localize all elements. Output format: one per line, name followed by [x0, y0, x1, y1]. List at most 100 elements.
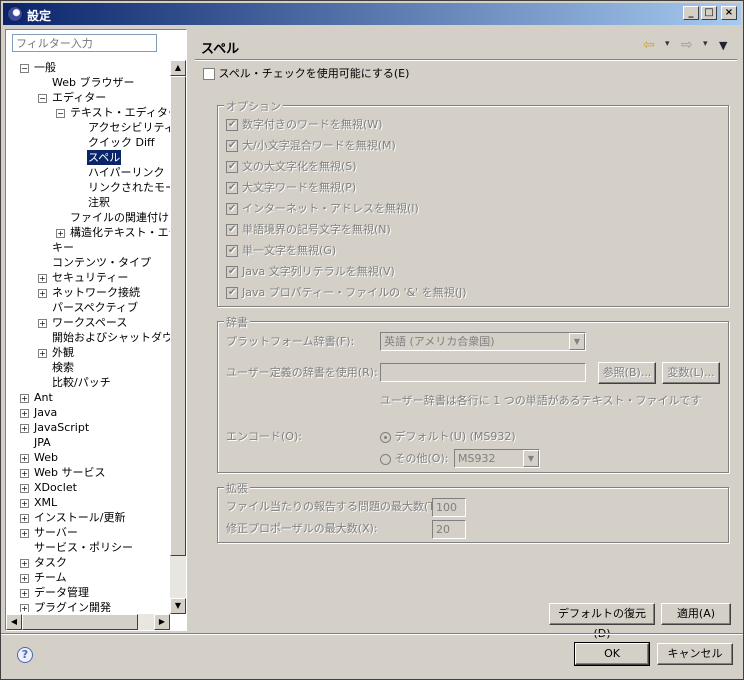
forward-arrow-icon[interactable]: ⇨	[681, 37, 693, 53]
expand-plus-icon[interactable]: +	[20, 393, 29, 403]
tree-item[interactable]: ファイルの関連付け	[56, 210, 170, 225]
tree-item[interactable]: サービス・ポリシー	[20, 540, 134, 555]
option-row[interactable]: 単語境界の記号文字を無視(N)	[226, 223, 391, 237]
tree-item[interactable]: + Web サービス	[20, 465, 106, 480]
tree-item[interactable]: + Java	[20, 405, 58, 420]
filter-input[interactable]	[12, 34, 157, 52]
chevron-down-icon[interactable]: ▼	[523, 450, 539, 467]
tree-item[interactable]: + サーバー	[20, 525, 79, 540]
tree-item[interactable]: + データ管理	[20, 585, 90, 600]
expand-plus-icon[interactable]: +	[20, 453, 29, 463]
collapse-minus-icon[interactable]: −	[38, 93, 47, 103]
tree-item[interactable]: 比較/パッチ	[38, 375, 112, 390]
option-row[interactable]: 文の大文字化を無視(S)	[226, 160, 357, 174]
encoding-default-radio[interactable]	[380, 431, 391, 443]
user-dictionary-input[interactable]	[380, 363, 586, 382]
tree-item[interactable]: + チーム	[20, 570, 68, 585]
restore-defaults-button[interactable]: デフォルトの復元(D)	[549, 603, 655, 640]
option-row[interactable]: Java 文字列リテラルを無視(V)	[226, 265, 395, 279]
tree-item[interactable]: Web ブラウザー	[38, 75, 135, 90]
max-proposals-input[interactable]: 20	[432, 520, 466, 539]
expand-plus-icon[interactable]: +	[20, 588, 29, 598]
expand-plus-icon[interactable]: +	[38, 318, 47, 328]
enable-spell-check-row[interactable]: スペル・チェックを使用可能にする(E)	[203, 67, 409, 81]
tree-item[interactable]: リンクされたモード	[74, 180, 170, 195]
expand-plus-icon[interactable]: +	[20, 513, 29, 523]
tree-item[interactable]: 検索	[38, 360, 75, 375]
tree-item[interactable]: + プラグイン開発	[20, 600, 112, 612]
browse-button[interactable]: 参照(B)...	[598, 362, 656, 384]
close-button[interactable]: ×	[721, 6, 737, 20]
scroll-right-icon[interactable]: ▶	[154, 614, 170, 630]
tree-item[interactable]: − 一般	[20, 60, 57, 75]
tree-item[interactable]: 開始およびシャットダウン	[38, 330, 170, 345]
minimize-button[interactable]: _	[683, 6, 699, 20]
option-row[interactable]: 単一文字を無視(G)	[226, 244, 336, 258]
vertical-scroll-thumb[interactable]	[170, 76, 186, 556]
option-checkbox[interactable]	[226, 118, 238, 132]
tree-item[interactable]: + セキュリティー	[38, 270, 129, 285]
encoding-other-combo[interactable]: MS932 ▼	[454, 449, 540, 468]
expand-plus-icon[interactable]: +	[20, 603, 29, 612]
collapse-minus-icon[interactable]: −	[20, 63, 29, 73]
tree-item[interactable]: − テキスト・エディター	[56, 105, 170, 120]
ok-button[interactable]: OK	[574, 642, 650, 666]
max-problems-input[interactable]: 100	[432, 498, 466, 517]
tree-item[interactable]: − エディター	[38, 90, 107, 105]
tree-item[interactable]: 注釈	[74, 195, 111, 210]
platform-dictionary-combo[interactable]: 英語 (アメリカ合衆国) ▼	[380, 332, 586, 351]
encoding-other-row[interactable]: その他(O):	[380, 452, 448, 466]
option-row[interactable]: 数字付きのワードを無視(W)	[226, 118, 382, 132]
tree-item[interactable]: クイック Diff	[74, 135, 156, 150]
tree-item[interactable]: + XML	[20, 495, 58, 510]
cancel-button[interactable]: キャンセル	[657, 643, 733, 665]
encoding-default-row[interactable]: デフォルト(U) (MS932)	[380, 430, 516, 444]
expand-plus-icon[interactable]: +	[38, 288, 47, 298]
tree-item[interactable]: + インストール/更新	[20, 510, 127, 525]
expand-plus-icon[interactable]: +	[20, 468, 29, 478]
expand-plus-icon[interactable]: +	[56, 228, 65, 238]
horizontal-scroll-thumb[interactable]	[22, 614, 138, 630]
tree-item[interactable]: キー	[38, 240, 75, 255]
option-row[interactable]: インターネット・アドレスを無視(I)	[226, 202, 419, 216]
scroll-left-icon[interactable]: ◀	[6, 614, 22, 630]
tree-item[interactable]: + Web	[20, 450, 59, 465]
tree-item[interactable]: アクセシビリティ	[74, 120, 170, 135]
scroll-down-icon[interactable]: ▼	[170, 598, 186, 614]
collapse-minus-icon[interactable]: −	[56, 108, 65, 118]
tree-item[interactable]: + XDoclet	[20, 480, 78, 495]
tree-item[interactable]: + JavaScript	[20, 420, 90, 435]
scroll-up-icon[interactable]: ▲	[170, 60, 186, 76]
tree-horizontal-scrollbar[interactable]: ◀ ▶	[6, 614, 170, 630]
maximize-button[interactable]: □	[701, 6, 717, 20]
forward-menu-chevron-icon[interactable]: ▾	[703, 39, 708, 49]
chevron-down-icon[interactable]: ▼	[569, 333, 585, 350]
option-checkbox[interactable]	[226, 202, 238, 216]
option-row[interactable]: Java プロパティー・ファイルの '&' を無視(J)	[226, 286, 467, 300]
option-checkbox[interactable]	[226, 244, 238, 258]
tree-item[interactable]: + 外観	[38, 345, 75, 360]
tree-item[interactable]: + タスク	[20, 555, 68, 570]
expand-plus-icon[interactable]: +	[20, 573, 29, 583]
expand-plus-icon[interactable]: +	[20, 528, 29, 538]
apply-button[interactable]: 適用(A)	[661, 603, 731, 625]
option-row[interactable]: 大/小文字混合ワードを無視(M)	[226, 139, 396, 153]
back-menu-chevron-icon[interactable]: ▾	[665, 39, 670, 49]
expand-plus-icon[interactable]: +	[20, 423, 29, 433]
option-checkbox[interactable]	[226, 286, 238, 300]
option-checkbox[interactable]	[226, 139, 238, 153]
expand-plus-icon[interactable]: +	[20, 483, 29, 493]
expand-plus-icon[interactable]: +	[20, 408, 29, 418]
option-checkbox[interactable]	[226, 160, 238, 174]
expand-plus-icon[interactable]: +	[38, 348, 47, 358]
expand-plus-icon[interactable]: +	[20, 558, 29, 568]
encoding-other-radio[interactable]	[380, 453, 391, 465]
enable-spell-check-checkbox[interactable]	[203, 68, 215, 80]
tree-item[interactable]: パースペクティブ	[38, 300, 139, 315]
option-checkbox[interactable]	[226, 223, 238, 237]
tree-item[interactable]: コンテンツ・タイプ	[38, 255, 152, 270]
tree-item[interactable]: スペル	[74, 150, 122, 165]
expand-plus-icon[interactable]: +	[20, 498, 29, 508]
expand-plus-icon[interactable]: +	[38, 273, 47, 283]
option-checkbox[interactable]	[226, 265, 238, 279]
